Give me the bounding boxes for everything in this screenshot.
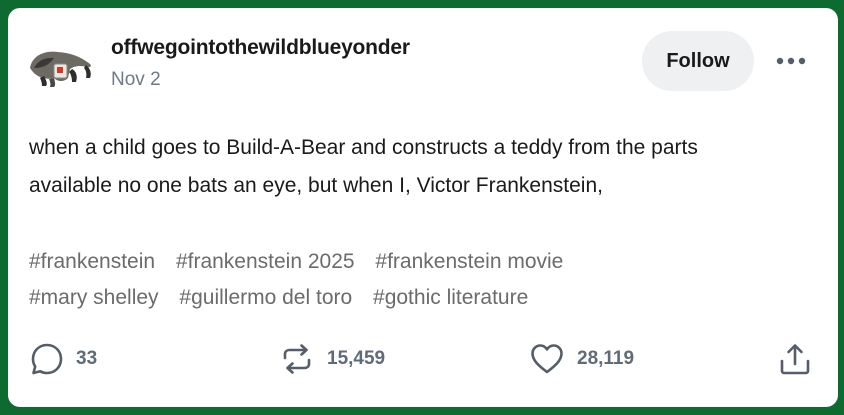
post-card: offwegointothewildblueyonder Nov 2 Follo… [8, 8, 838, 407]
reblog-button[interactable]: 15,459 [279, 341, 385, 377]
like-button[interactable]: 28,119 [529, 341, 634, 377]
comment-button[interactable]: 33 [30, 341, 97, 377]
reblog-icon [279, 342, 315, 376]
share-icon [778, 342, 812, 376]
tag-link[interactable]: #mary shelley [29, 286, 159, 309]
post-text-line: available no one bats an eye, but when I… [29, 174, 603, 197]
tag-link[interactable]: #guillermo del toro [179, 286, 352, 309]
username-link[interactable]: offwegointothewildblueyonder [111, 36, 410, 60]
avatar[interactable] [24, 38, 96, 90]
follow-button[interactable]: Follow [642, 31, 754, 91]
like-count: 28,119 [577, 348, 635, 369]
post-text-line: when a child goes to Build-A-Bear and co… [29, 136, 698, 159]
share-button[interactable] [778, 341, 812, 377]
tag-row: #mary shelley #guillermo del toro #gothi… [29, 280, 829, 316]
comment-bubble-icon [30, 342, 64, 376]
tag-link[interactable]: #frankenstein [29, 250, 155, 273]
heart-icon [529, 342, 565, 376]
more-options-icon[interactable] [770, 46, 812, 76]
tag-link[interactable]: #frankenstein movie [375, 250, 563, 273]
reblog-count: 15,459 [327, 348, 386, 369]
tag-link[interactable]: #gothic literature [373, 286, 528, 309]
action-bar: 33 15,459 28,119 [8, 341, 838, 377]
tag-list: #frankenstein #frankenstein 2025 #franke… [29, 244, 829, 316]
post-body: when a child goes to Build-A-Bear and co… [29, 129, 829, 205]
tag-row: #frankenstein #frankenstein 2025 #franke… [29, 244, 829, 280]
tag-link[interactable]: #frankenstein 2025 [176, 250, 355, 273]
post-date: Nov 2 [111, 69, 161, 90]
comment-count: 33 [76, 348, 98, 369]
